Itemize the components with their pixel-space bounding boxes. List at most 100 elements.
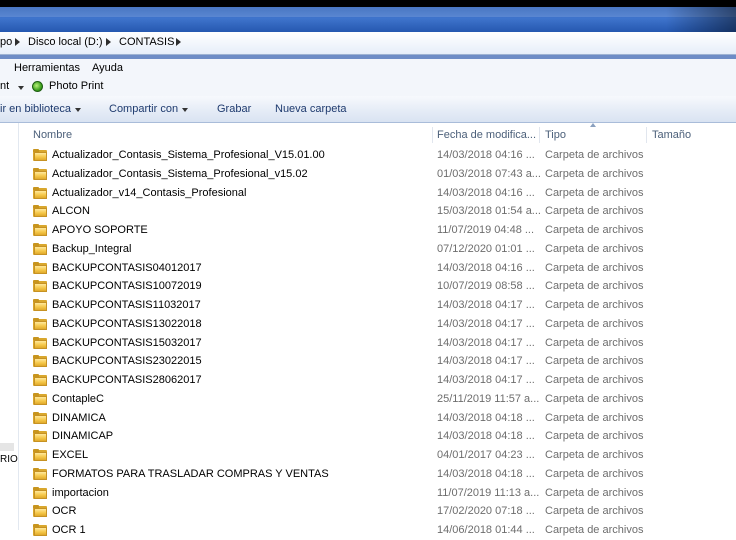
folder-icon — [33, 467, 47, 480]
chevron-down-icon[interactable] — [182, 108, 188, 112]
column-header-size[interactable]: Tamaño — [652, 129, 691, 141]
folder-icon — [33, 505, 47, 518]
file-date: 14/03/2018 04:16 ... — [437, 186, 535, 199]
folder-icon — [33, 261, 47, 274]
file-row[interactable]: Backup_Integral 07/12/2020 01:01 ... Carpe… — [19, 240, 736, 259]
file-row[interactable]: OCR 17/02/2020 07:18 ... Carpeta de archiv… — [19, 502, 736, 521]
breadcrumb-drive[interactable]: Disco local (D:) — [28, 36, 103, 48]
dropdown-arrow-icon[interactable] — [18, 86, 24, 90]
file-date: 25/11/2019 11:57 a... — [437, 392, 540, 405]
file-type: Carpeta de archivos — [545, 205, 644, 218]
file-row[interactable]: Actualizador_Contasis_Sistema_Profesiona… — [19, 146, 736, 165]
file-row[interactable]: importacion 11/07/2019 11:13 a... Carpeta … — [19, 484, 736, 503]
nav-selection-highlight — [0, 443, 14, 451]
breadcrumb-arrow-icon[interactable] — [15, 38, 20, 46]
file-date: 11/07/2019 04:48 ... — [437, 224, 535, 236]
file-row[interactable]: DINAMICA 14/03/2018 04:18 ... Carpeta de a… — [19, 409, 736, 428]
folder-icon — [33, 486, 47, 499]
title-bar[interactable] — [0, 7, 736, 32]
file-name: Backup_Integral — [52, 242, 132, 255]
file-name: OCR 1 — [52, 524, 86, 536]
folder-icon — [33, 186, 47, 199]
photo-print-link[interactable]: Photo Print — [49, 80, 103, 92]
file-date: 14/03/2018 04:16 ... — [437, 149, 535, 161]
file-date: 10/07/2019 08:58 ... — [437, 280, 535, 293]
file-date: 14/03/2018 04:17 ... — [437, 317, 535, 330]
folder-icon — [33, 355, 47, 368]
file-type: Carpeta de archivos — [545, 186, 644, 199]
file-row[interactable]: FORMATOS PARA TRASLADAR COMPRAS Y VENTAS… — [19, 465, 736, 484]
file-name: BACKUPCONTASIS15032017 — [52, 336, 202, 349]
file-row[interactable]: EXCEL 04/01/2017 04:23 ... Carpeta de arch… — [19, 446, 736, 465]
file-type: Carpeta de archivos — [545, 430, 644, 443]
file-row[interactable]: BACKUPCONTASIS15032017 14/03/2018 04:17 .… — [19, 334, 736, 353]
file-row[interactable]: Actualizador_v14_Contasis_Profesional 14/… — [19, 184, 736, 203]
address-bar[interactable]: po Disco local (D:) CONTASIS — [0, 32, 736, 55]
menu-herramientas[interactable]: Herramientas — [14, 62, 80, 74]
file-row[interactable]: BACKUPCONTASIS13022018 14/03/2018 04:17 .… — [19, 315, 736, 334]
file-type: Carpeta de archivos — [545, 261, 644, 274]
file-date: 14/03/2018 04:17 ... — [437, 355, 535, 368]
menu-ayuda[interactable]: Ayuda — [92, 62, 123, 74]
file-type: Carpeta de archivos — [545, 317, 644, 330]
nav-item-clipped[interactable]: RIO — [0, 454, 18, 465]
file-type: Carpeta de archivos — [545, 299, 644, 311]
file-type: Carpeta de archivos — [545, 411, 644, 424]
navigation-pane[interactable]: RIO — [0, 123, 19, 530]
file-name: BACKUPCONTASIS13022018 — [52, 317, 202, 330]
file-name: Actualizador_v14_Contasis_Profesional — [52, 186, 247, 199]
file-row[interactable]: BACKUPCONTASIS11032017 14/03/2018 04:17 .… — [19, 296, 736, 315]
folder-icon — [33, 167, 47, 180]
file-date: 01/03/2018 07:43 a... — [437, 167, 541, 180]
sort-ascending-icon — [590, 123, 596, 127]
breadcrumb-folder[interactable]: CONTASIS — [119, 36, 174, 48]
file-name: DINAMICA — [52, 411, 106, 424]
column-headers: Nombre Fecha de modifica... Tipo Tamaño — [19, 123, 736, 145]
file-date: 14/03/2018 04:18 ... — [437, 411, 535, 424]
file-row[interactable]: Actualizador_Contasis_Sistema_Profesiona… — [19, 165, 736, 184]
file-row[interactable]: BACKUPCONTASIS10072019 10/07/2019 08:58 .… — [19, 277, 736, 296]
column-divider[interactable] — [646, 127, 647, 143]
burn-button[interactable]: Grabar — [217, 103, 251, 115]
file-type: Carpeta de archivos — [545, 167, 644, 180]
file-name: APOYO SOPORTE — [52, 224, 148, 236]
file-name: Actualizador_Contasis_Sistema_Profesiona… — [52, 167, 308, 180]
column-header-date[interactable]: Fecha de modifica... — [437, 129, 536, 141]
file-row[interactable]: ALCON 15/03/2018 01:54 a... Carpeta de arc… — [19, 202, 736, 221]
breadcrumb-arrow-icon[interactable] — [176, 38, 181, 46]
file-row[interactable]: OCR 1 14/06/2018 01:44 ... Carpeta de arch… — [19, 521, 736, 540]
file-row[interactable]: BACKUPCONTASIS28062017 14/03/2018 04:17 .… — [19, 371, 736, 390]
folder-icon — [33, 242, 47, 255]
file-date: 04/01/2017 04:23 ... — [437, 449, 535, 461]
file-date: 14/03/2018 04:17 ... — [437, 336, 535, 349]
file-row[interactable]: BACKUPCONTASIS23022015 14/03/2018 04:17 .… — [19, 352, 736, 371]
column-header-type[interactable]: Tipo — [545, 129, 566, 141]
column-divider[interactable] — [539, 127, 540, 143]
include-in-library-button[interactable]: ir en biblioteca — [0, 103, 71, 115]
file-type: Carpeta de archivos — [545, 374, 644, 386]
file-type: Carpeta de archivos — [545, 467, 644, 480]
file-type: Carpeta de archivos — [545, 224, 644, 236]
file-type: Carpeta de archivos — [545, 392, 644, 405]
breadcrumb-arrow-icon[interactable] — [106, 38, 111, 46]
links-bar-clipped-item[interactable]: nt — [0, 80, 9, 92]
chevron-down-icon[interactable] — [75, 108, 81, 112]
new-folder-button[interactable]: Nueva carpeta — [275, 103, 347, 115]
photo-print-icon[interactable] — [32, 81, 43, 92]
share-with-button[interactable]: Compartir con — [109, 103, 178, 115]
file-date: 14/06/2018 01:44 ... — [437, 524, 535, 536]
folder-icon — [33, 392, 47, 405]
column-divider[interactable] — [432, 127, 433, 143]
file-row[interactable]: APOYO SOPORTE 11/07/2019 04:48 ... Carpeta… — [19, 221, 736, 240]
file-row[interactable]: BACKUPCONTASIS04012017 14/03/2018 04:16 .… — [19, 259, 736, 278]
file-type: Carpeta de archivos — [545, 280, 644, 293]
folder-icon — [33, 280, 47, 293]
file-date: 14/03/2018 04:16 ... — [437, 261, 535, 274]
file-type: Carpeta de archivos — [545, 449, 644, 461]
column-header-name[interactable]: Nombre — [33, 129, 72, 141]
file-row[interactable]: ContapleC 25/11/2019 11:57 a... Carpeta de… — [19, 390, 736, 409]
file-row[interactable]: DINAMICAP 14/03/2018 04:18 ... Carpeta de … — [19, 427, 736, 446]
breadcrumb-parent[interactable]: po — [0, 36, 12, 48]
file-date: 14/03/2018 04:17 ... — [437, 299, 535, 311]
folder-icon — [33, 374, 47, 386]
